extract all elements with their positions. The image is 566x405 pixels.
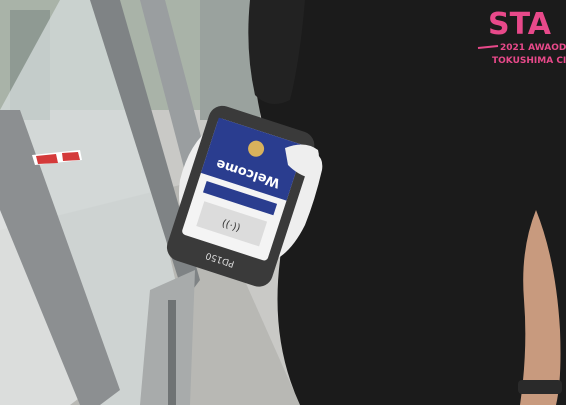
photo-scene: STA 2021 AWAODO TOKUSHIMA CIT Welcome ((…	[0, 0, 566, 405]
shirt-brand-text: STA	[488, 7, 552, 42]
photo-illustration: STA 2021 AWAODO TOKUSHIMA CIT Welcome ((…	[0, 0, 566, 405]
shirt-line2-text: TOKUSHIMA CIT	[492, 56, 566, 66]
gate-post	[168, 300, 176, 405]
shirt-line1-text: 2021 AWAODO	[500, 43, 566, 53]
floor-sign-red-2	[62, 152, 80, 161]
wristband	[518, 380, 562, 394]
